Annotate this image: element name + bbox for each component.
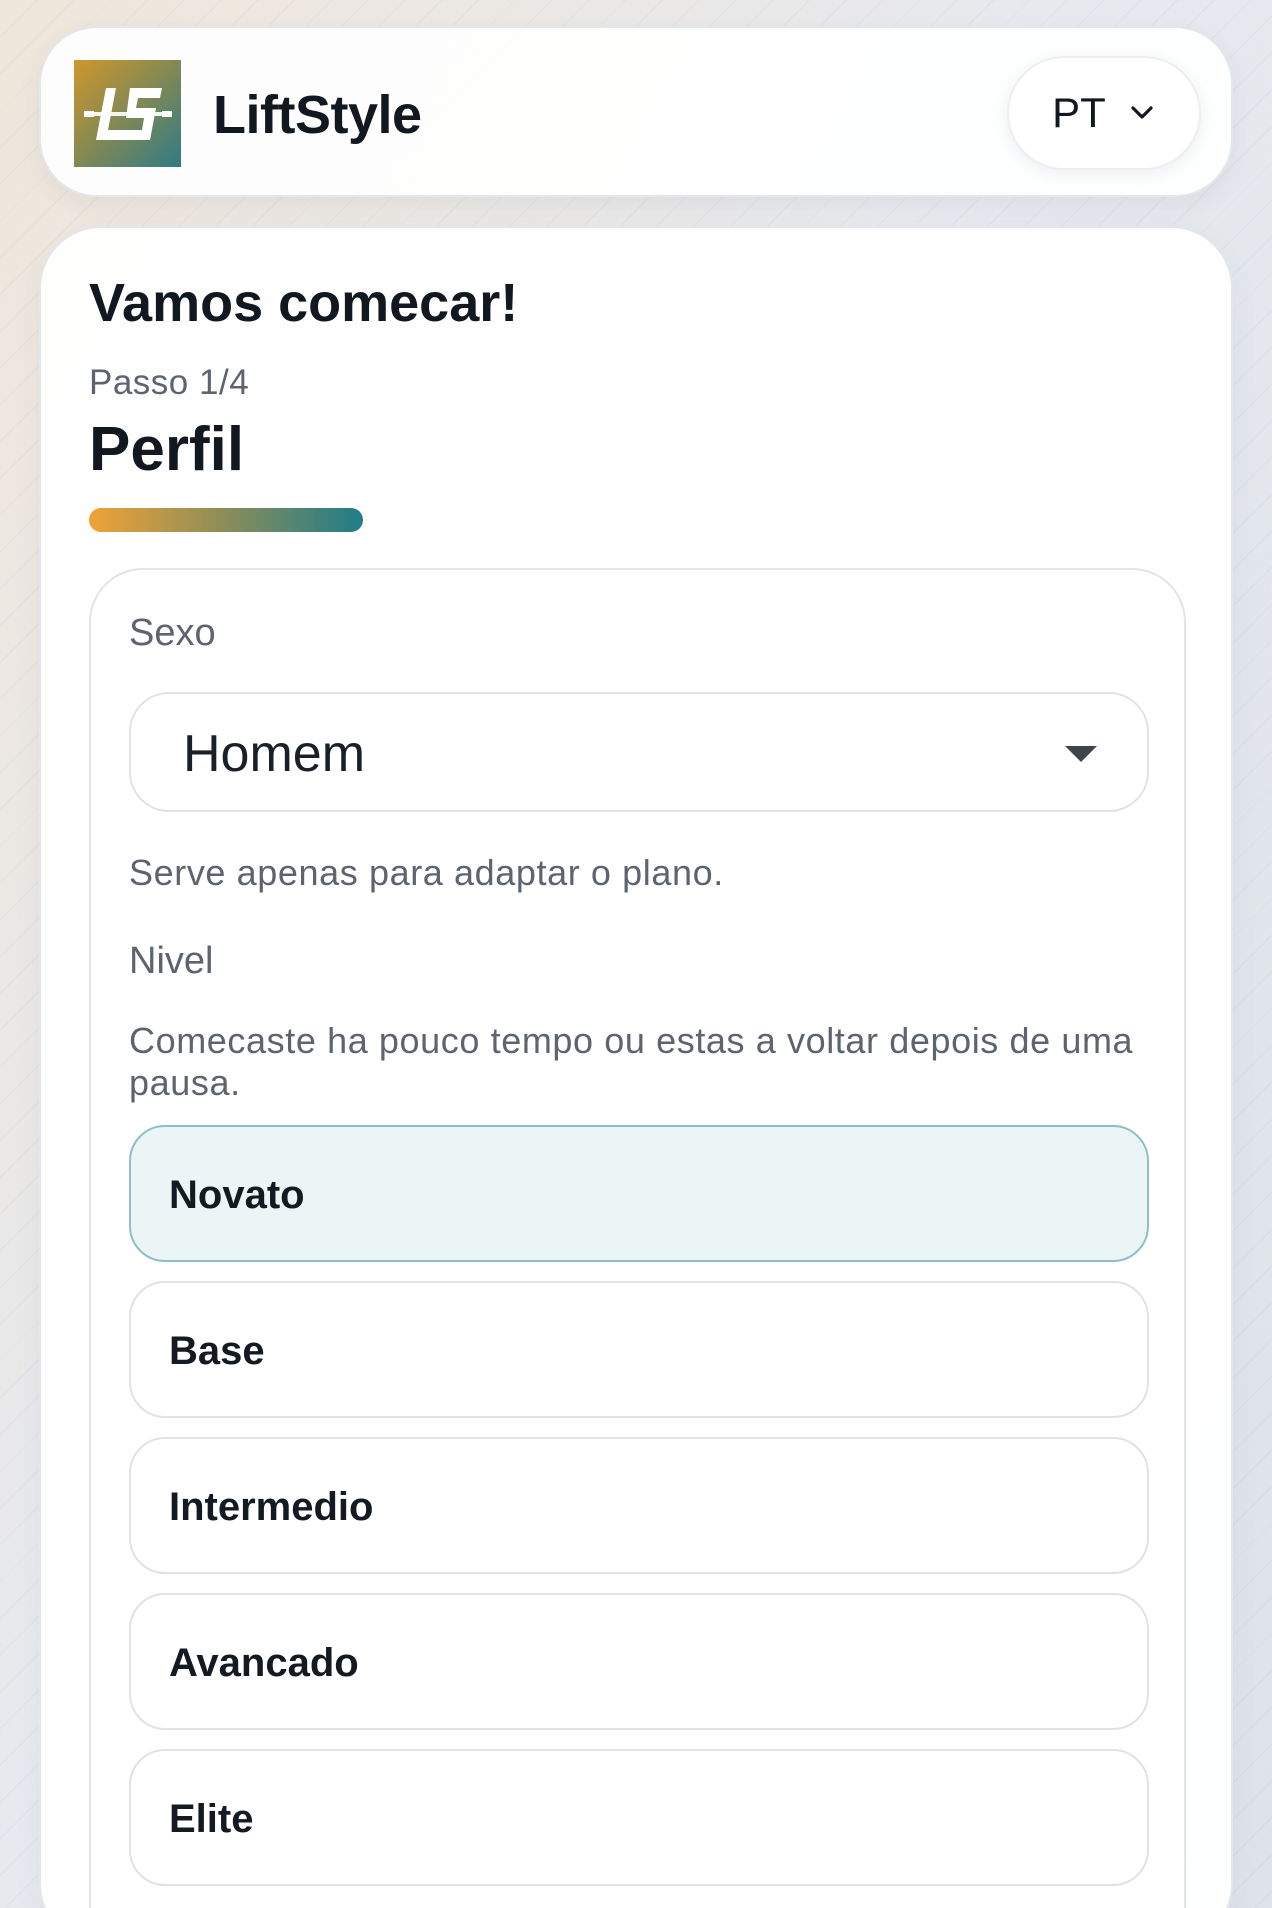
level-label: Nivel bbox=[129, 940, 214, 982]
step-title: Perfil bbox=[89, 415, 245, 484]
step-progress-fill bbox=[89, 508, 363, 532]
sex-select-value: Homem bbox=[183, 725, 366, 783]
logo-mark bbox=[83, 87, 172, 140]
brand-name: LiftStyle bbox=[213, 85, 422, 145]
sex-helper-text: Serve apenas para adaptar o plano. bbox=[129, 852, 724, 893]
level-helper-text: Comecaste ha pouco tempo ou estas a volt… bbox=[129, 1020, 1134, 1103]
caret-down-icon bbox=[1065, 746, 1097, 762]
step-progress-bar bbox=[89, 508, 363, 532]
level-option-label: Elite bbox=[169, 1797, 254, 1841]
profile-form: Sexo Homem Serve apenas para adaptar o p… bbox=[89, 568, 1186, 1908]
level-option-avancado[interactable]: Avancado bbox=[129, 1593, 1149, 1730]
liftstyle-logo-icon bbox=[74, 60, 181, 167]
chevron-down-icon bbox=[1131, 106, 1153, 119]
app-header: LiftStyle PT bbox=[39, 26, 1233, 197]
level-option-label: Intermedio bbox=[169, 1485, 374, 1529]
level-option-intermedio[interactable]: Intermedio bbox=[129, 1437, 1149, 1574]
level-option-label: Novato bbox=[169, 1173, 305, 1217]
language-label: PT bbox=[1052, 89, 1106, 136]
sex-select[interactable]: Homem bbox=[129, 692, 1149, 812]
level-option-base[interactable]: Base bbox=[129, 1281, 1149, 1418]
level-option-label: Avancado bbox=[169, 1641, 359, 1685]
step-counter: Passo 1/4 bbox=[89, 363, 250, 402]
level-option-elite[interactable]: Elite bbox=[129, 1749, 1149, 1886]
level-option-novato[interactable]: Novato bbox=[129, 1125, 1149, 1262]
level-option-label: Base bbox=[169, 1329, 265, 1373]
language-selector[interactable]: PT bbox=[1007, 56, 1201, 170]
onboarding-card: Vamos comecar! Passo 1/4 Perfil Sexo Hom… bbox=[39, 226, 1233, 1908]
sex-label: Sexo bbox=[129, 612, 216, 654]
page-title: Vamos comecar! bbox=[89, 273, 519, 333]
